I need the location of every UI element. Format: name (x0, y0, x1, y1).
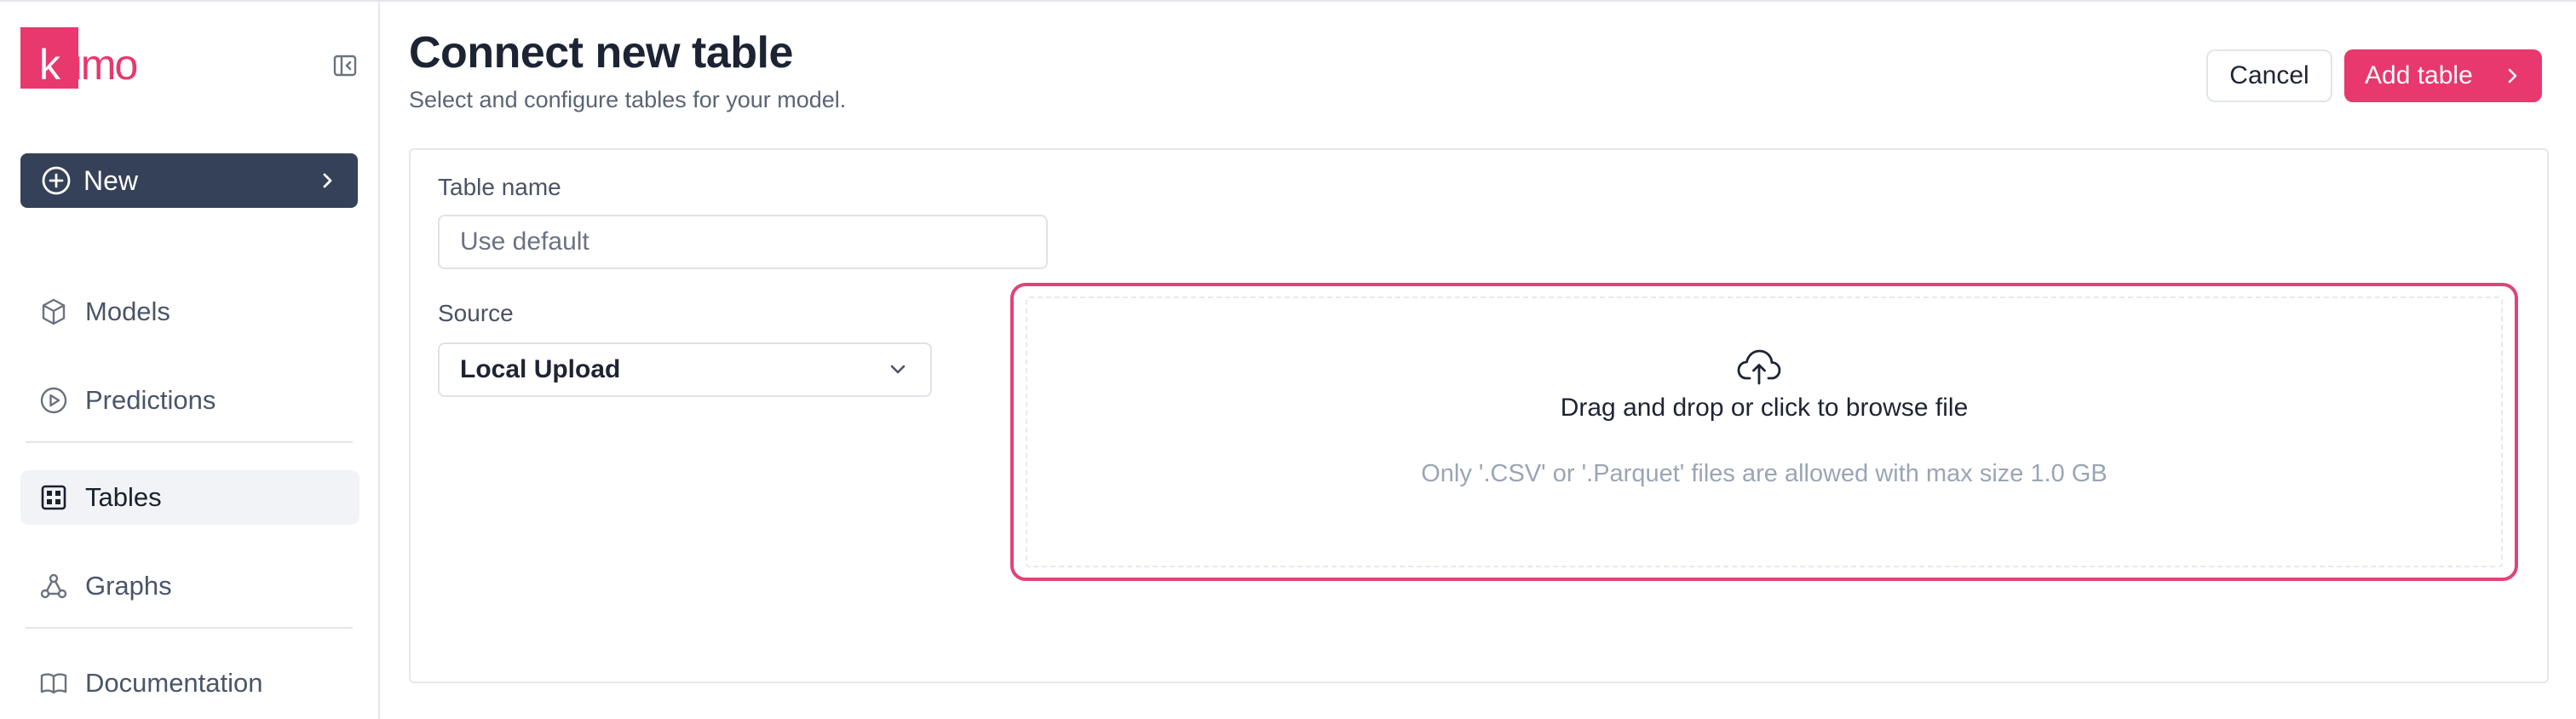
source-select[interactable]: Local Upload (438, 342, 932, 397)
collapse-sidebar-icon[interactable] (332, 53, 358, 78)
page-title: Connect new table (409, 28, 793, 78)
sidebar-item-label: Documentation (85, 668, 263, 698)
sidebar-item-label: Tables (85, 482, 162, 512)
new-button[interactable]: New (20, 153, 358, 208)
logo-text-k: k (39, 41, 60, 89)
chevron-down-icon (890, 365, 906, 374)
page-subtitle: Select and configure tables for your mod… (409, 87, 847, 112)
sidebar-item-label: Models (85, 296, 170, 326)
dropzone-title: Drag and drop or click to browse file (1560, 394, 1969, 422)
sidebar-item-graphs[interactable]: Graphs (20, 559, 359, 613)
sidebar-divider (26, 441, 353, 443)
dropzone-inner (1026, 296, 2503, 567)
table-name-input[interactable] (438, 215, 1048, 269)
sidebar: kumo New Models Predictions Tables Graph… (0, 2, 380, 719)
cloud-upload-icon (1737, 349, 1781, 385)
table-grid-icon (41, 485, 66, 510)
app-window: kumo New Models Predictions Tables Graph… (0, 0, 2576, 719)
sidebar-item-predictions[interactable]: Predictions (20, 373, 359, 428)
kumo-logo[interactable]: kumo (20, 27, 145, 89)
cancel-button[interactable]: Cancel (2206, 49, 2332, 102)
chevron-right-icon (323, 173, 332, 188)
cancel-button-label: Cancel (2229, 61, 2309, 89)
sidebar-item-label: Graphs (85, 571, 172, 601)
add-table-button[interactable]: Add table (2344, 49, 2542, 102)
sidebar-item-tables[interactable]: Tables (20, 470, 359, 525)
logo-text: kumo (39, 39, 138, 90)
cube-icon (42, 298, 66, 325)
play-circle-icon (40, 387, 67, 414)
graph-nodes-icon (40, 573, 67, 599)
add-table-button-label: Add table (2365, 61, 2473, 89)
sidebar-item-label: Predictions (85, 385, 216, 415)
book-icon (40, 673, 67, 694)
table-name-label: Table name (438, 174, 561, 200)
sidebar-item-models[interactable]: Models (20, 285, 359, 339)
chevron-right-icon (2508, 68, 2517, 83)
source-select-value: Local Upload (460, 355, 621, 383)
file-dropzone[interactable]: Drag and drop or click to browse file On… (1010, 283, 2518, 581)
dropzone-hint: Only '.CSV' or '.Parquet' files are allo… (1421, 460, 2107, 487)
new-button-label: New (83, 164, 139, 196)
source-label: Source (438, 300, 514, 326)
sidebar-divider (26, 627, 353, 629)
sidebar-item-documentation[interactable]: Documentation (20, 656, 359, 710)
logo-text-rest: umo (59, 41, 138, 89)
plus-circle-icon (42, 166, 71, 195)
